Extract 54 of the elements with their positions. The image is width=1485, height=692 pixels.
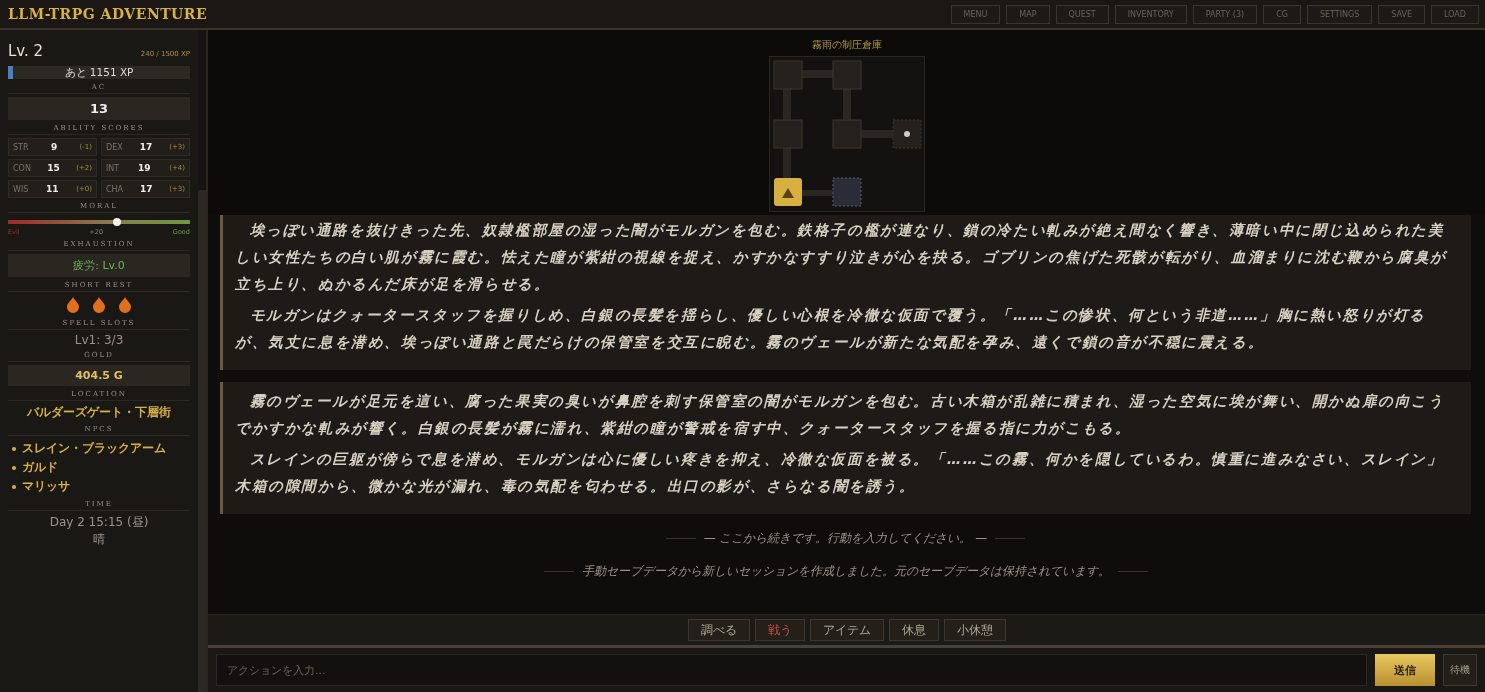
send-button[interactable]: 送信 [1375,654,1435,686]
nav-button[interactable]: MAP [1006,4,1050,24]
npc-item: ガルド [22,459,58,476]
ability-name: CHA [106,184,124,194]
nav-button[interactable]: PARTY (3) [1192,4,1258,24]
spell-slots-value: Lv1: 3/3 [73,333,125,347]
ability-score: 9 [50,142,58,152]
nav-button[interactable]: SETTINGS [1306,4,1373,24]
exhaustion-value: 疲労: Lv.0 [8,254,190,277]
moral-slider[interactable] [8,220,190,224]
nav-button[interactable]: CG [1263,4,1301,24]
ability-name: DEX [106,142,123,152]
story-paragraph: モルガンはクォータースタッフを握りしめ、白銀の長髪を揺らし、優しい心根を冷徹な仮面で覆う。「……この惨状、何という非道……」胸に熱い怒りが灯るが、気丈に息を潜め、埃っぽい通路と罠だらけの保管室を交互に睨む。霧のヴェールが新たな気配を孕み、遠くで鎖の音が不穏に震える。 [235,306,1428,352]
system-message: — ここから続きです。行動を入力してください。 — [703,530,988,547]
story-paragraph: 霧のヴェールが足元を這い、腐った果実の臭いが鼻腔を刺す保管室の闇がモルガンを包む。古い木箱が乱雑に積まれ、湿った空気に埃が舞い、開かぬ扉の向こうでかすかな軋みが響く。白銀の長髪が霧に濡れ、紫紺の瞳が警戒を宿す中、クォータースタッフを握る指に力がこもる。 [235,392,1446,438]
quick-action-button[interactable]: 小休憩 [943,619,1006,641]
weather-value: 晴 [92,531,106,548]
story-paragraph: 埃っぽい通路を抜けきった先、奴隷檻部屋の湿った闇がモルガンを包む。鉄格子の檻が連なり、鎖の冷たい軋みが絶え間なく響き、薄暗い中に閉じ込められた美しい女性たちの白い肌が霧に霞む。怯えた瞳が紫紺の視線を捉え、かすかなすすり泣きが心を抉る。ゴブリンの焦げた死骸が転がり、血溜まりに沈む鞭から腐臭が立ち上り、ぬかるんだ床が足を滑らせる。 [235,221,1449,294]
location-value: バルダーズゲート・下層街 [26,404,172,421]
quick-action-button[interactable]: 戦う [754,619,805,641]
ability-name: INT [106,163,120,173]
time-value: Day 2 15:15 (昼) [48,514,150,531]
ability-score: 19 [137,163,151,173]
app-title: LLM-TRPG ADVENTURE [8,6,208,22]
level-label: Lv. 2 [8,42,44,60]
ability-score: 15 [47,163,60,173]
money-amount: 404.5 G [8,365,190,386]
nav-button[interactable]: SAVE [1378,4,1426,24]
nav-button[interactable]: QUEST [1055,4,1109,24]
system-message: 手動セーブデータから新しいセッションを作成しました。元のセーブデータは保持されています。 [581,563,1110,580]
npc-item: スレイン・ブラックアーム [22,440,166,457]
ability-name: STR [13,142,29,152]
quick-action-button[interactable]: 休息 [888,619,939,641]
ability-score: 17 [139,142,153,152]
map-title: 霧雨の制圧倉庫 [811,38,882,52]
story-paragraph: スレインの巨躯が傍らで息を潜め、モルガンは心に優しい疼きを抑え、冷徹な仮面を被る。「……この霧、何かを隠しているわ。慎重に進みなさい、スレイン」木箱の隙間から、微かな光が漏れ、毒の気配を匂わせる。出口の影が、さらなる闇を誘う。 [235,450,1445,496]
quick-action-button[interactable]: 調べる [687,619,750,641]
quick-action-button[interactable]: アイテム [809,619,884,641]
slider-thumb[interactable] [113,218,122,226]
nav-button[interactable]: INVENTORY [1114,4,1187,24]
bullet-icon [12,465,16,470]
ability-score: 11 [46,184,59,194]
nav-button[interactable]: LOAD [1431,4,1479,24]
npc-item: マリッサ [22,478,70,495]
action-input[interactable]: アクションを入力... [216,654,1367,686]
ac-value: 13 [8,97,190,120]
xp-remaining: あと 1151 XP [64,66,134,79]
nav-button[interactable]: MENU [950,4,1001,24]
wait-button[interactable]: 待機 [1443,654,1477,686]
ability-score: 17 [139,184,153,194]
ability-name: WIS [13,184,29,194]
bullet-icon [12,446,16,451]
bullet-icon [12,484,16,489]
ability-name: CON [13,163,31,173]
